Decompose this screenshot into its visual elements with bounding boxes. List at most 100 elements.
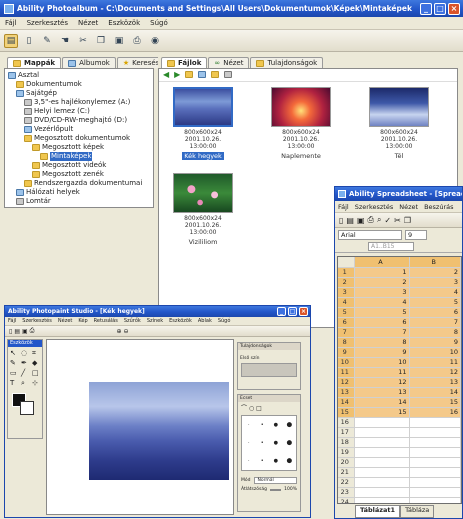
cell-a[interactable]: 5 bbox=[354, 307, 410, 318]
thumbnail-item-selected[interactable]: 800x600x24 2001.10.26. 13:00:00 Kék hegy… bbox=[173, 87, 233, 160]
row-header[interactable]: 10 bbox=[338, 357, 355, 368]
row-header[interactable]: 13 bbox=[338, 387, 355, 398]
cell-b[interactable]: 9 bbox=[409, 337, 461, 348]
cell-b[interactable]: 4 bbox=[409, 287, 461, 298]
menu-file[interactable]: Fájl bbox=[335, 203, 352, 211]
brush-dot-icon[interactable]: • bbox=[261, 458, 264, 464]
brush-dot-icon[interactable]: ⬤ bbox=[286, 440, 292, 446]
tree-item[interactable]: Lomtár bbox=[8, 197, 150, 206]
cell-b[interactable]: 10 bbox=[409, 347, 461, 358]
forward-icon[interactable]: ▶ bbox=[174, 71, 180, 79]
maximize-button[interactable]: □ bbox=[288, 307, 297, 316]
tab-files[interactable]: Fájlok bbox=[161, 57, 208, 68]
save-icon[interactable]: ◉ bbox=[148, 34, 162, 48]
cell-a[interactable]: 9 bbox=[354, 347, 410, 358]
zoom-tool-icon[interactable]: ⌕ bbox=[21, 379, 31, 388]
tree-item[interactable]: Megosztott zenék bbox=[8, 170, 150, 179]
menu-tools[interactable]: Eszközök bbox=[103, 19, 145, 27]
cell-b[interactable]: 12 bbox=[409, 367, 461, 378]
new-icon[interactable]: ▯ bbox=[339, 216, 343, 225]
print-icon[interactable]: ⎙ bbox=[368, 215, 374, 225]
row-header[interactable]: 15 bbox=[338, 407, 355, 418]
cell-b[interactable]: 6 bbox=[409, 307, 461, 318]
cell-b[interactable]: 5 bbox=[409, 297, 461, 308]
new-folder-icon[interactable] bbox=[211, 71, 220, 78]
row-header[interactable]: 21 bbox=[338, 467, 355, 478]
row-header[interactable]: 1 bbox=[338, 267, 355, 278]
pencil-icon[interactable]: ✎ bbox=[40, 34, 54, 48]
cell-b[interactable]: 7 bbox=[409, 317, 461, 328]
row-header[interactable]: 9 bbox=[338, 347, 355, 358]
minimize-button[interactable]: _ bbox=[277, 307, 286, 316]
row-header[interactable]: 6 bbox=[338, 317, 355, 328]
menu-window[interactable]: Ablak bbox=[195, 318, 215, 324]
menu-retouch[interactable]: Retusálás bbox=[91, 318, 121, 324]
thumbnails-icon[interactable] bbox=[198, 71, 207, 78]
row-header[interactable]: 2 bbox=[338, 277, 355, 288]
cell-a[interactable] bbox=[354, 467, 410, 478]
picker-tool-icon[interactable]: ⊹ bbox=[32, 379, 42, 388]
menu-insert[interactable]: Beszúrás bbox=[421, 203, 456, 211]
new-icon[interactable]: ▯ bbox=[9, 328, 12, 335]
menu-filters[interactable]: Szűrők bbox=[121, 318, 144, 324]
cell-b[interactable] bbox=[409, 457, 461, 468]
row-header[interactable]: 11 bbox=[338, 367, 355, 378]
tab-folders[interactable]: Mappák bbox=[7, 57, 62, 68]
brush-dot-icon[interactable]: · bbox=[248, 440, 250, 446]
image-canvas[interactable] bbox=[89, 382, 229, 480]
preview-icon[interactable]: ⌕ bbox=[377, 215, 381, 225]
thumbnail-item[interactable]: 800x600x24 2001.10.26. 13:00:00 Tél bbox=[369, 87, 429, 160]
sheet-tab-active[interactable]: Táblázat1 bbox=[355, 505, 401, 518]
color-swatch[interactable] bbox=[241, 363, 297, 377]
cell-b[interactable]: 3 bbox=[409, 277, 461, 288]
cut-icon[interactable]: ✂ bbox=[394, 216, 401, 225]
brush-shape-icon[interactable]: ○ bbox=[249, 405, 254, 412]
cell-b[interactable] bbox=[409, 497, 461, 503]
brush-shape-icon[interactable]: □ bbox=[256, 405, 262, 412]
row-header[interactable]: 20 bbox=[338, 457, 355, 468]
maximize-button[interactable]: □ bbox=[434, 2, 446, 15]
photopaint-titlebar[interactable]: Ability Photopaint Studio - [Kék hegyek]… bbox=[5, 306, 310, 317]
rect-tool-icon[interactable]: □ bbox=[32, 369, 42, 378]
cell-a[interactable]: 2 bbox=[354, 277, 410, 288]
crop-tool-icon[interactable]: ⌗ bbox=[32, 349, 42, 358]
tree-item[interactable]: Megosztott videók bbox=[8, 161, 150, 170]
cell-a[interactable]: 1 bbox=[354, 267, 410, 278]
corner-cell[interactable] bbox=[338, 257, 355, 268]
zoom-icon[interactable]: ⊕ bbox=[116, 328, 121, 335]
row-header[interactable]: 16 bbox=[338, 417, 355, 428]
spell-icon[interactable]: ✓ bbox=[384, 216, 391, 225]
tree-item[interactable]: Vezérlőpult bbox=[8, 125, 150, 134]
cell-a[interactable] bbox=[354, 417, 410, 428]
cell-reference[interactable]: A1..B15 bbox=[368, 242, 414, 251]
cell-a[interactable]: 14 bbox=[354, 397, 410, 408]
menu-file[interactable]: Fájl bbox=[0, 19, 22, 27]
tree-item[interactable]: Megosztott képek bbox=[8, 143, 150, 152]
brush-dot-icon[interactable]: ● bbox=[274, 458, 278, 464]
save-icon[interactable]: ▣ bbox=[22, 328, 28, 335]
tree-item[interactable]: Hálózati helyek bbox=[8, 188, 150, 197]
brush-dot-icon[interactable]: ⬤ bbox=[286, 458, 292, 464]
zoom-out-icon[interactable]: ⊖ bbox=[124, 328, 129, 335]
cell-b[interactable]: 14 bbox=[409, 387, 461, 398]
cell-a[interactable]: 13 bbox=[354, 387, 410, 398]
cell-a[interactable]: 6 bbox=[354, 317, 410, 328]
print-icon[interactable]: ⎙ bbox=[130, 34, 144, 48]
copy-icon[interactable]: ❐ bbox=[94, 34, 108, 48]
tree-item[interactable]: 3,5"-es hajlékonylemez (A:) bbox=[8, 98, 150, 107]
tree-item[interactable]: Megosztott dokumentumok bbox=[8, 134, 150, 143]
thumbnail-item[interactable]: 800x600x24 2001.10.26. 13:00:00 Naplemen… bbox=[271, 87, 331, 160]
pen-tool-icon[interactable]: ✒ bbox=[21, 359, 31, 368]
row-header[interactable]: 8 bbox=[338, 337, 355, 348]
menu-edit[interactable]: Szerkesztés bbox=[22, 19, 73, 27]
back-icon[interactable]: ◀ bbox=[163, 71, 169, 79]
cell-a[interactable] bbox=[354, 497, 410, 503]
brush-dot-icon[interactable]: • bbox=[261, 422, 264, 428]
cell-a[interactable]: 4 bbox=[354, 297, 410, 308]
brush-dot-icon[interactable]: • bbox=[261, 440, 264, 446]
text-tool-icon[interactable]: T bbox=[10, 379, 20, 388]
row-header[interactable]: 24 bbox=[338, 497, 355, 503]
hand-icon[interactable]: ☚ bbox=[58, 34, 72, 48]
column-header-b[interactable]: B bbox=[409, 257, 461, 268]
eraser-tool-icon[interactable]: ▭ bbox=[10, 369, 20, 378]
